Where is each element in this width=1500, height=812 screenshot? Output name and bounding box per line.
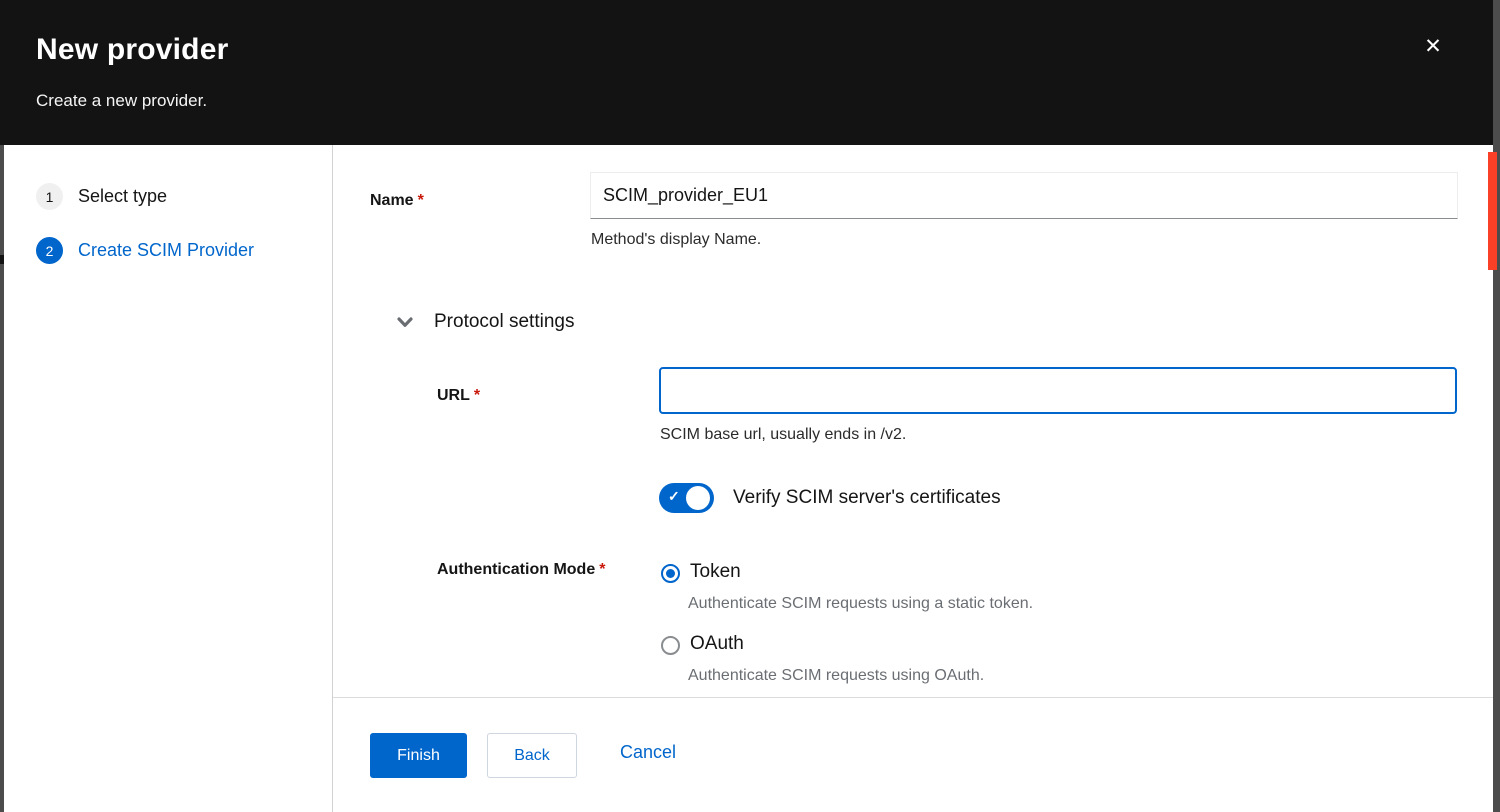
required-asterisk: * (418, 192, 424, 209)
modal-scrollbar-thumb[interactable] (1488, 152, 1497, 270)
auth-mode-label-text: Authentication Mode (437, 561, 595, 578)
url-field-label: URL* (437, 387, 480, 405)
radio-oauth[interactable] (661, 636, 680, 655)
modal-header: New provider Create a new provider. ✕ (0, 0, 1493, 145)
modal-title: New provider (36, 33, 1493, 67)
url-input[interactable] (659, 367, 1457, 414)
verify-certificates-label[interactable]: Verify SCIM server's certificates (733, 487, 1001, 509)
radio-token[interactable] (661, 564, 680, 583)
auth-mode-field-label: Authentication Mode* (437, 561, 605, 579)
window-left-edge (0, 145, 4, 812)
required-asterisk: * (474, 387, 480, 404)
radio-oauth-label[interactable]: OAuth (690, 633, 744, 655)
wizard-step-create-scim-provider[interactable]: 2 Create SCIM Provider (36, 237, 332, 264)
step-label: Create SCIM Provider (78, 240, 254, 261)
required-asterisk: * (599, 561, 605, 578)
verify-certificates-toggle[interactable]: ✓ (659, 483, 714, 513)
window-scrollbar-track[interactable] (1493, 0, 1500, 812)
cancel-button[interactable]: Cancel (620, 742, 676, 763)
window-left-edge-mark (0, 255, 4, 264)
name-helper-text: Method's display Name. (591, 231, 761, 249)
provider-form: Name* Method's display Name. Protocol se… (333, 145, 1493, 812)
name-input[interactable] (590, 172, 1458, 219)
name-label-text: Name (370, 192, 414, 209)
step-label: Select type (78, 186, 167, 207)
url-helper-text: SCIM base url, usually ends in /v2. (660, 426, 906, 444)
protocol-settings-section-toggle[interactable]: Protocol settings (397, 311, 574, 333)
finish-button[interactable]: Finish (370, 733, 467, 778)
toggle-knob (686, 486, 710, 510)
step-number-badge: 1 (36, 183, 63, 210)
wizard-step-select-type[interactable]: 1 Select type (36, 183, 332, 210)
modal-subtitle: Create a new provider. (36, 91, 1493, 111)
protocol-settings-title: Protocol settings (434, 311, 574, 333)
name-field-label: Name* (370, 192, 424, 210)
radio-token-description: Authenticate SCIM requests using a stati… (688, 595, 1033, 613)
modal-body: 1 Select type 2 Create SCIM Provider Nam… (0, 145, 1493, 812)
chevron-down-icon (397, 317, 413, 328)
back-button[interactable]: Back (487, 733, 577, 778)
step-number-badge: 2 (36, 237, 63, 264)
radio-oauth-description: Authenticate SCIM requests using OAuth. (688, 667, 984, 685)
check-icon: ✓ (668, 488, 680, 505)
footer-divider (333, 697, 1493, 698)
wizard-nav: 1 Select type 2 Create SCIM Provider (0, 145, 333, 812)
url-label-text: URL (437, 387, 470, 404)
radio-token-label[interactable]: Token (690, 561, 741, 583)
close-icon[interactable]: ✕ (1419, 32, 1447, 60)
